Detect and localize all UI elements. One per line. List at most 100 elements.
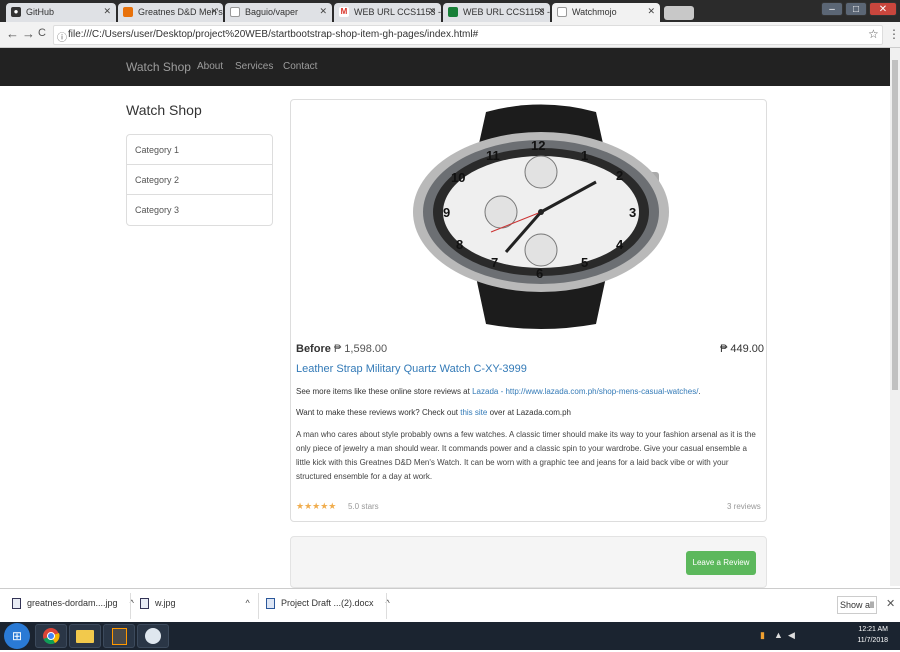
tab-sheets[interactable]: WEB URL CCS1153 - Go ✕: [443, 3, 550, 22]
menu-icon[interactable]: ⋮: [888, 27, 900, 41]
tab-greatnes[interactable]: Greatnes D&D Men's Bl ✕: [118, 3, 223, 22]
app-icon: [123, 7, 133, 17]
tab-close-icon[interactable]: ✕: [647, 6, 655, 17]
price-before-label: Before: [296, 343, 331, 355]
brand-link[interactable]: Watch Shop: [126, 60, 191, 74]
svg-text:9: 9: [443, 205, 450, 220]
svg-text:2: 2: [616, 168, 623, 183]
download-filename: w.jpg: [155, 598, 176, 608]
tab-close-icon[interactable]: ✕: [319, 6, 327, 17]
category-list: Category 1 Category 2 Category 3: [126, 134, 273, 226]
back-icon[interactable]: ←: [6, 26, 19, 41]
sublime-icon[interactable]: [103, 624, 135, 648]
svg-text:6: 6: [536, 266, 543, 281]
browser-tab-strip: ● GitHub ✕ Greatnes D&D Men's Bl ✕ Bagui…: [0, 0, 900, 22]
close-icon[interactable]: ✕: [886, 597, 895, 610]
download-shelf: greatnes-dordam....jpg ^ w.jpg ^ Project D…: [0, 588, 900, 622]
network-icon[interactable]: ▲: [774, 630, 783, 640]
svg-text:11: 11: [486, 148, 500, 163]
tab-gmail[interactable]: M WEB URL CCS1153 - Inv ✕: [334, 3, 441, 22]
scrollbar-thumb[interactable]: [892, 60, 898, 390]
divider: [258, 593, 259, 619]
download-item[interactable]: Project Draft ...(2).docx ^: [266, 598, 390, 610]
category-item-1[interactable]: Category 1: [127, 135, 272, 165]
nav-contact[interactable]: Contact: [283, 61, 317, 72]
watch-image: 1212 345 678 91011: [413, 104, 669, 329]
svg-text:4: 4: [616, 237, 624, 252]
paint-icon[interactable]: [137, 624, 169, 648]
url-field[interactable]: ⓘ file:///C:/Users/user/Desktop/project%…: [53, 25, 883, 45]
price-before: Before ₱ 1,598.00: [296, 343, 387, 355]
check-line-suffix: over at Lazada.com.ph: [489, 408, 571, 417]
reload-icon[interactable]: C: [38, 27, 46, 39]
show-all-button[interactable]: Show all: [837, 596, 877, 614]
start-button[interactable]: ⊞: [4, 623, 30, 649]
review-count: 3 reviews: [727, 502, 761, 511]
product-description: A man who cares about style probably own…: [296, 430, 756, 481]
tab-watchmojo[interactable]: Watchmojo ✕: [552, 3, 660, 22]
page-icon: [230, 7, 240, 17]
gmail-icon: M: [339, 7, 349, 17]
forward-icon[interactable]: →: [22, 26, 35, 41]
address-toolbar: ← → C ⓘ file:///C:/Users/user/Desktop/pr…: [0, 22, 900, 48]
check-site-line: Want to make these reviews work? Check o…: [296, 406, 761, 420]
tab-label: Watchmojo: [572, 7, 617, 17]
sound-icon[interactable]: ◀: [788, 630, 795, 641]
category-item-2[interactable]: Category 2: [127, 165, 272, 195]
svg-text:3: 3: [629, 205, 636, 220]
svg-text:5: 5: [581, 255, 588, 270]
minimize-button[interactable]: –: [821, 2, 843, 16]
nav-services[interactable]: Services: [235, 61, 273, 72]
this-site-link[interactable]: this site: [460, 408, 487, 417]
category-item-3[interactable]: Category 3: [127, 195, 272, 225]
lazada-link[interactable]: Lazada - http://www.lazada.com.ph/shop-m…: [472, 387, 698, 396]
sheets-icon: [448, 7, 458, 17]
clock-date: 11/7/2018: [857, 637, 888, 644]
maximize-button[interactable]: □: [845, 2, 867, 16]
svg-text:10: 10: [451, 170, 465, 185]
divider: [130, 593, 131, 619]
site-navbar: Watch Shop About Services Contact: [0, 48, 890, 86]
info-icon[interactable]: ⓘ: [57, 29, 67, 44]
clock-time: 12:21 AM: [858, 626, 888, 633]
page-icon: [557, 7, 567, 17]
bookmark-star-icon[interactable]: ☆: [868, 27, 879, 41]
tab-close-icon[interactable]: ✕: [103, 6, 111, 17]
tab-close-icon[interactable]: ✕: [537, 6, 545, 17]
download-item[interactable]: w.jpg ^: [140, 598, 250, 610]
check-line-text: Want to make these reviews work? Check o…: [296, 408, 458, 417]
word-doc-icon: [266, 598, 275, 610]
svg-text:12: 12: [531, 138, 545, 153]
new-tab-button[interactable]: [664, 6, 694, 20]
tab-label: Baguio/vaper: [245, 7, 299, 17]
price-now: ₱ 449.00: [720, 343, 765, 355]
download-filename: Project Draft ...(2).docx: [281, 598, 374, 608]
download-item[interactable]: greatnes-dordam....jpg ^: [12, 598, 134, 610]
github-icon: ●: [11, 7, 21, 17]
battery-icon[interactable]: ▮: [760, 630, 765, 641]
file-icon: [12, 598, 21, 610]
explorer-icon[interactable]: [69, 624, 101, 648]
price-before-value: ₱ 1,598.00: [333, 343, 388, 355]
url-text: file:///C:/Users/user/Desktop/project%20…: [68, 29, 479, 40]
tab-label: GitHub: [26, 7, 55, 17]
tab-close-icon[interactable]: ✕: [210, 6, 218, 17]
file-icon: [140, 598, 149, 610]
close-window-button[interactable]: ✕: [869, 2, 897, 16]
rating-text: 5.0 stars: [348, 502, 379, 511]
rating-stars-icon: ★★★★★: [296, 501, 337, 511]
taskbar-clock[interactable]: 12:21 AM 11/7/2018: [857, 624, 888, 646]
tab-close-icon[interactable]: ✕: [428, 6, 436, 17]
store-reviews-line: See more items like these online store r…: [296, 385, 761, 399]
nav-about[interactable]: About: [197, 61, 223, 72]
leave-review-button[interactable]: Leave a Review: [686, 551, 756, 575]
svg-text:8: 8: [456, 237, 463, 252]
sidebar-title: Watch Shop: [126, 102, 202, 118]
page-scrollbar[interactable]: [890, 48, 900, 586]
chevron-up-icon[interactable]: ^: [246, 598, 250, 608]
tab-baguio[interactable]: Baguio/vaper ✕: [225, 3, 332, 22]
chrome-icon[interactable]: [35, 624, 67, 648]
product-title[interactable]: Leather Strap Military Quartz Watch C-XY…: [296, 363, 527, 375]
divider: [386, 593, 387, 619]
tab-github[interactable]: ● GitHub ✕: [6, 3, 116, 22]
